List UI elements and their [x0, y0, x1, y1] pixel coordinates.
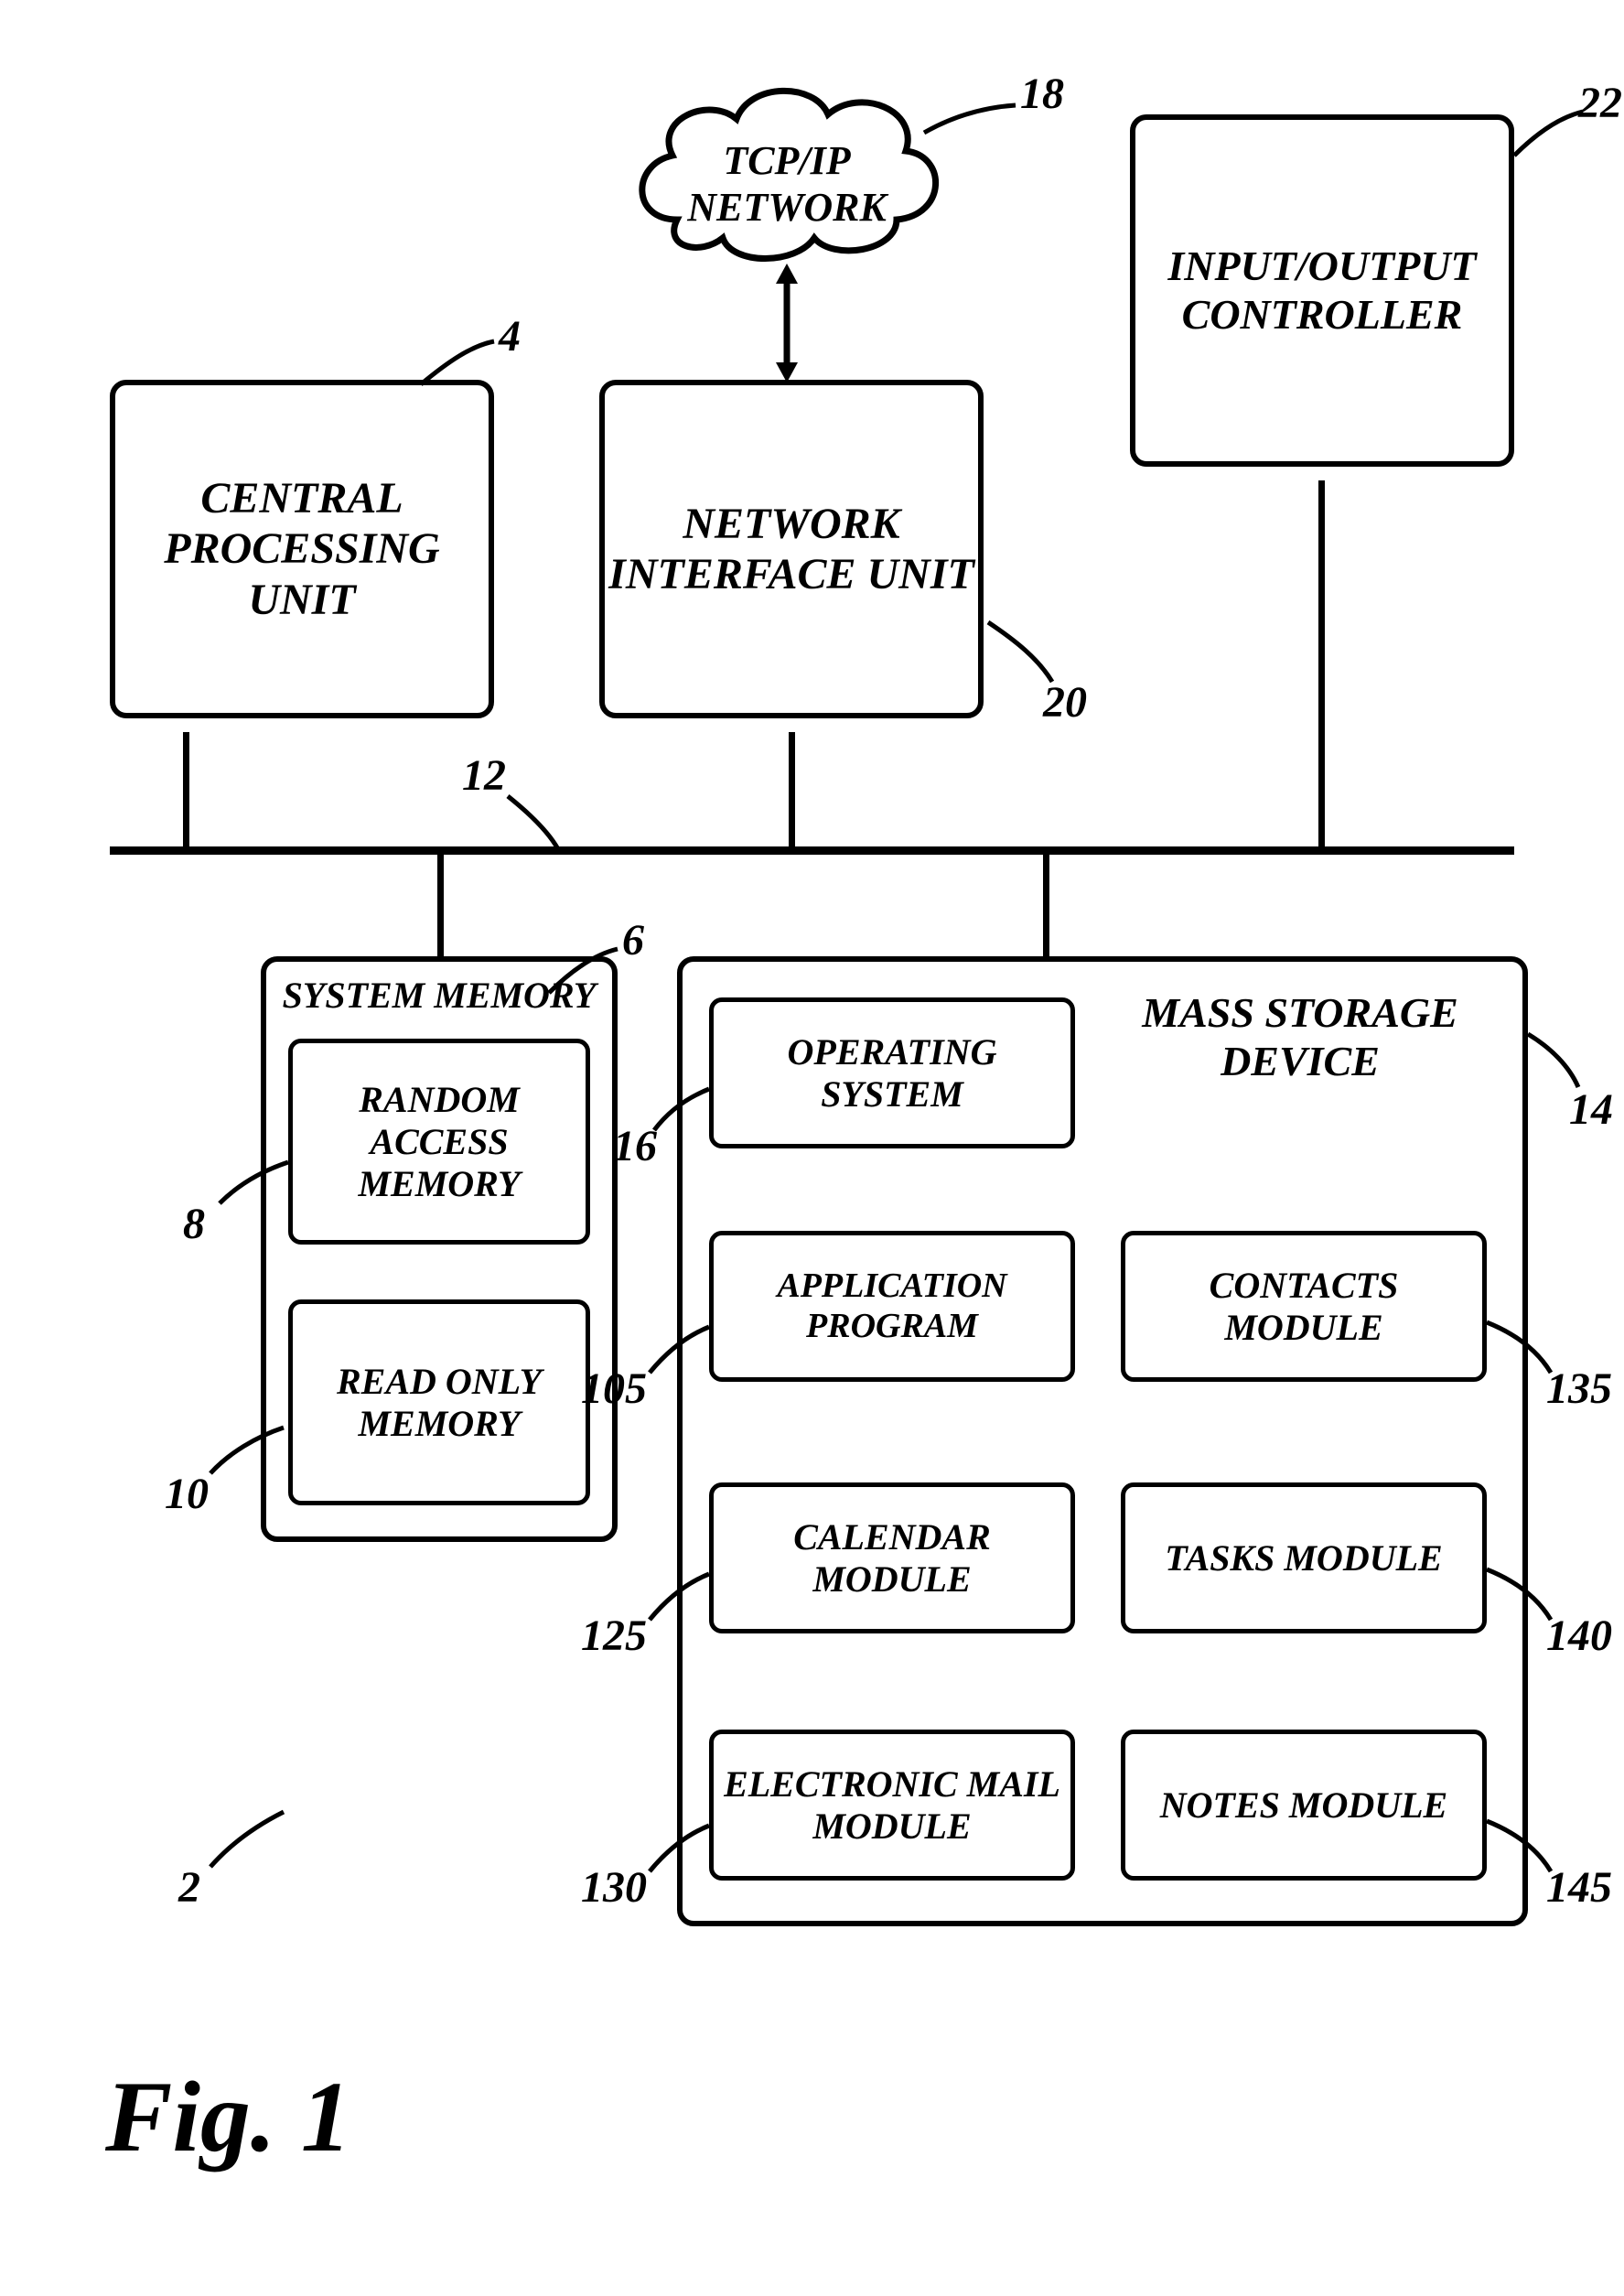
- lead-niu: [988, 622, 1263, 760]
- ref-rom: 10: [165, 1469, 209, 1519]
- lead-bus: [508, 796, 782, 933]
- notes-block: NOTES MODULE: [1121, 1730, 1487, 1881]
- tcpip-network-cloud: TCP/IP NETWORK: [622, 64, 952, 275]
- ref-os: 16: [613, 1121, 657, 1171]
- ref-contacts: 135: [1546, 1364, 1612, 1414]
- cloud-label: TCP/IP NETWORK: [622, 137, 952, 231]
- lead-app: [650, 1327, 924, 1464]
- cpu-label: CENTRAL PROCESSING UNIT: [115, 473, 489, 625]
- system-bus: [110, 846, 1514, 855]
- ref-cloud: 18: [1020, 69, 1064, 119]
- cpu-bus-connector: [183, 732, 189, 851]
- lead-rom: [210, 1428, 485, 1565]
- ref-niu: 20: [1043, 677, 1087, 728]
- lead-os: [654, 1089, 929, 1226]
- ref-system: 2: [178, 1862, 200, 1913]
- contacts-block: CONTACTS MODULE: [1121, 1231, 1487, 1382]
- lead-cpu: [421, 339, 695, 476]
- ref-app: 105: [581, 1364, 647, 1414]
- ref-sm: 6: [622, 915, 644, 965]
- lead-system: [210, 1812, 485, 1949]
- lead-cal: [650, 1574, 924, 1711]
- lead-email: [650, 1826, 924, 1963]
- figure-label: Fig. 1: [105, 2059, 351, 2175]
- tasks-label: TASKS MODULE: [1165, 1537, 1442, 1579]
- lead-sm: [549, 947, 823, 1084]
- lead-ram: [220, 1162, 494, 1299]
- niu-label: NETWORK INTERFACE UNIT: [605, 499, 978, 599]
- ref-notes: 145: [1546, 1862, 1612, 1913]
- msd-bus-connector: [1043, 851, 1049, 956]
- sm-bus-connector: [437, 851, 444, 956]
- ref-msd: 14: [1569, 1084, 1613, 1135]
- ref-tasks: 140: [1546, 1611, 1612, 1661]
- diagram-stage: TCP/IP NETWORK CENTRAL PROCESSING UNIT N…: [0, 0, 1624, 2296]
- ref-io: 22: [1578, 78, 1622, 128]
- lead-io: [1514, 110, 1624, 247]
- ref-email: 130: [581, 1862, 647, 1913]
- ref-cal: 125: [581, 1611, 647, 1661]
- ref-bus: 12: [462, 750, 506, 801]
- cloud-niu-arrow-icon: [773, 264, 801, 383]
- io-bus-connector: [1318, 480, 1325, 851]
- niu-bus-connector: [789, 732, 795, 851]
- contacts-label: CONTACTS MODULE: [1125, 1265, 1482, 1349]
- io-label: INPUT/OUTPUT CONTROLLER: [1135, 243, 1509, 340]
- notes-label: NOTES MODULE: [1160, 1784, 1447, 1827]
- lead-cloud: [924, 105, 1199, 243]
- ref-cpu: 4: [499, 311, 521, 361]
- mass-storage-title: MASS STORAGE DEVICE: [1099, 989, 1501, 1086]
- tasks-block: TASKS MODULE: [1121, 1482, 1487, 1633]
- ref-ram: 8: [183, 1199, 205, 1249]
